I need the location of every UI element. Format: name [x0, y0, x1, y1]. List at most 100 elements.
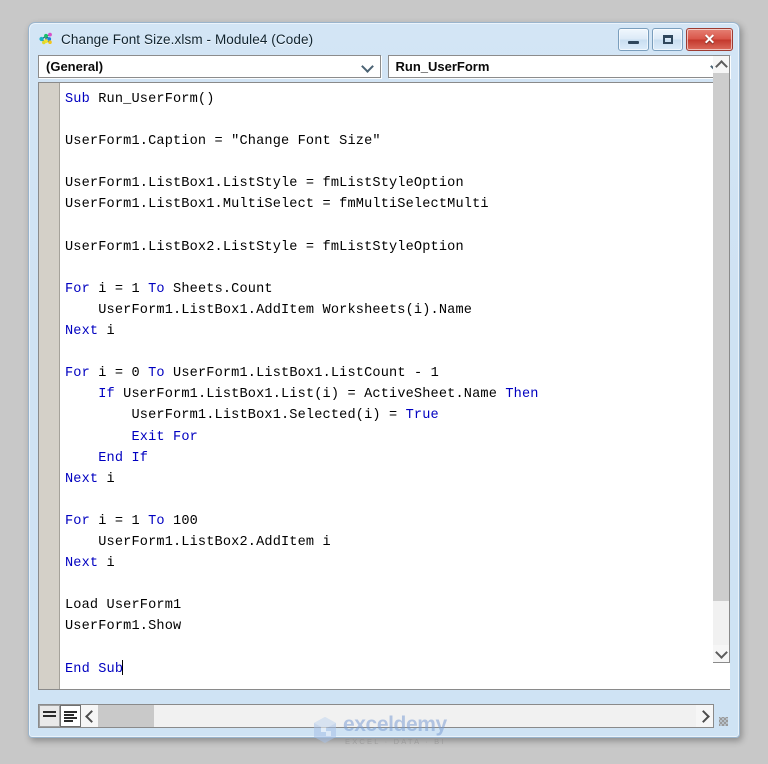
code-keyword: To [148, 281, 174, 297]
code-token: UserForm1.ListBox1.MultiSelect = fmMulti… [65, 197, 489, 213]
chevron-down-icon [363, 62, 372, 71]
code-line: Sub Run_UserForm() [65, 89, 730, 110]
scroll-left-button[interactable] [81, 705, 98, 727]
scroll-left-arrow-icon [84, 709, 98, 723]
window-title: Change Font Size.xlsm - Module4 (Code) [61, 31, 314, 47]
vba-code-window: Change Font Size.xlsm - Module4 (Code) ✕… [28, 22, 740, 738]
code-token: UserForm1.Caption = "Change Font Size" [65, 134, 381, 150]
code-pane-toolbar: (General) Run_UserForm [29, 55, 739, 82]
vertical-scrollbar[interactable] [713, 55, 730, 663]
code-token: i [106, 556, 115, 572]
watermark-tagline: EXCEL · DATA · BI [345, 737, 446, 747]
scroll-down-button[interactable] [713, 645, 729, 662]
code-line: Next i [65, 469, 730, 490]
code-line: Next i [65, 321, 730, 342]
code-token: UserForm1.Show [65, 619, 182, 635]
horizontal-scrollbar[interactable] [81, 704, 714, 728]
code-line: Load UserForm1 [65, 595, 730, 616]
text-cursor [122, 659, 124, 675]
code-keyword: If [98, 387, 124, 403]
code-token: UserForm1.ListBox1.ListStyle = fmListSty… [65, 176, 464, 192]
code-line: UserForm1.ListBox1.ListStyle = fmListSty… [65, 173, 730, 194]
horizontal-scrollbar-thumb[interactable] [98, 705, 154, 727]
code-keyword: To [148, 366, 174, 382]
code-editor-pane[interactable]: Sub Run_UserForm() UserForm1.Caption = "… [38, 82, 730, 690]
code-token: i = 1 [98, 281, 149, 297]
procedure-dropdown[interactable]: Run_UserForm [387, 55, 730, 78]
code-token: i = 1 [98, 513, 149, 529]
code-line: UserForm1.ListBox2.AddItem i [65, 532, 730, 553]
code-line: UserForm1.Caption = "Change Font Size" [65, 131, 730, 152]
view-buttons-group [38, 704, 81, 728]
maximize-icon [662, 34, 673, 44]
code-token: 100 [173, 513, 198, 529]
code-token: i [106, 324, 115, 340]
window-resize-grip[interactable] [714, 704, 730, 728]
code-line: UserForm1.Show [65, 616, 730, 637]
scroll-up-button[interactable] [713, 56, 729, 73]
code-keyword: End If [98, 450, 149, 466]
code-token: UserForm1.ListBox1.Selected(i) = [65, 408, 406, 424]
scroll-right-arrow-icon [696, 709, 710, 723]
bottom-bar [38, 704, 730, 728]
vba-module-icon [37, 30, 55, 48]
code-token: Sheets.Count [173, 281, 273, 297]
code-keyword: Next [65, 556, 107, 572]
code-line: End If [65, 448, 730, 469]
vertical-scrollbar-track[interactable] [713, 601, 729, 645]
code-line: UserForm1.ListBox1.AddItem Worksheets(i)… [65, 300, 730, 321]
code-token: i [106, 471, 115, 487]
object-dropdown[interactable]: (General) [38, 55, 381, 78]
procedure-view-button[interactable] [39, 705, 60, 727]
code-keyword: True [405, 408, 439, 424]
vertical-scrollbar-thumb[interactable] [713, 73, 729, 601]
window-title-bar: Change Font Size.xlsm - Module4 (Code) ✕ [29, 23, 739, 55]
code-line: UserForm1.ListBox2.ListStyle = fmListSty… [65, 237, 730, 258]
close-button[interactable]: ✕ [686, 27, 733, 51]
code-line: Exit For [65, 427, 730, 448]
code-keyword: End Sub [65, 661, 124, 677]
code-token: Run_UserForm() [98, 92, 215, 107]
code-text-area[interactable]: Sub Run_UserForm() UserForm1.Caption = "… [61, 83, 730, 689]
code-line: For i = 0 To UserForm1.ListBox1.ListCoun… [65, 363, 730, 384]
code-token: UserForm1.ListBox2.ListStyle = fmListSty… [65, 239, 464, 255]
scroll-up-arrow-icon [714, 59, 728, 73]
scroll-right-button[interactable] [696, 705, 713, 727]
code-line: For i = 1 To Sheets.Count [65, 279, 730, 300]
code-line: UserForm1.ListBox1.MultiSelect = fmMulti… [65, 194, 730, 215]
code-line: Next i [65, 553, 730, 574]
window-controls: ✕ [618, 27, 733, 51]
minimize-button[interactable] [618, 27, 649, 51]
code-token: Load UserForm1 [65, 598, 182, 614]
code-token: UserForm1.ListBox1.ListCount - 1 [173, 366, 439, 382]
horizontal-scrollbar-track[interactable] [154, 705, 696, 727]
minimize-icon [628, 40, 639, 44]
code-line: UserForm1.ListBox1.Selected(i) = True [65, 405, 730, 426]
code-keyword: For [65, 281, 99, 297]
full-module-view-button[interactable] [60, 705, 81, 727]
maximize-button[interactable] [652, 27, 683, 51]
code-line: End Sub [65, 659, 730, 680]
code-token: UserForm1.ListBox1.AddItem Worksheets(i)… [65, 302, 473, 318]
code-line: For i = 1 To 100 [65, 511, 730, 532]
code-keyword: Then [505, 387, 539, 403]
close-icon: ✕ [703, 31, 716, 47]
object-dropdown-value: (General) [46, 59, 104, 74]
code-keyword: Sub [65, 92, 99, 107]
code-token: i = 0 [98, 366, 149, 382]
code-token: UserForm1.ListBox1.List(i) = ActiveSheet… [123, 387, 506, 403]
code-token: UserForm1.ListBox2.AddItem i [65, 534, 331, 550]
procedure-dropdown-value: Run_UserForm [395, 59, 490, 74]
margin-indicator-bar[interactable] [39, 83, 61, 689]
code-keyword: Next [65, 471, 107, 487]
scroll-down-arrow-icon [714, 645, 728, 659]
